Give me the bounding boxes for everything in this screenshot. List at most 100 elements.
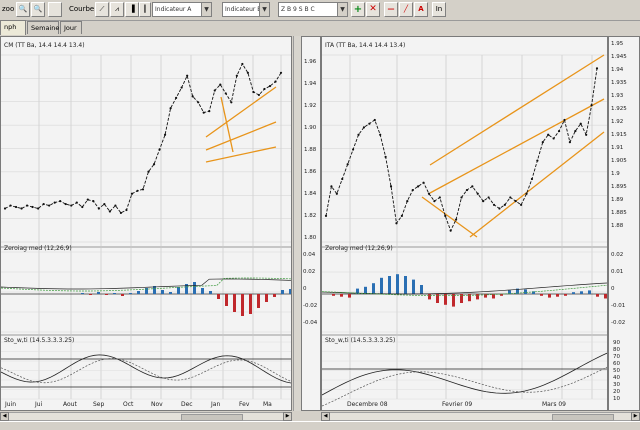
dropdown-arrow-icon[interactable]: ▼ (201, 3, 211, 16)
scroll-right-icon[interactable]: ▶ (283, 412, 292, 421)
y-axis-label: 80 (613, 347, 620, 353)
price-point (368, 122, 371, 125)
y-axis-label: 1.90 (304, 125, 317, 131)
price-point (520, 203, 523, 206)
price-point (595, 67, 599, 70)
macd-bar (332, 294, 335, 296)
scroll-right-icon[interactable]: ▶ (631, 412, 640, 421)
scroll-left-icon[interactable]: ◀ (321, 412, 330, 421)
fibo-icon[interactable]: A (414, 2, 428, 17)
macd-bar (249, 294, 252, 314)
price-point (163, 133, 167, 136)
right-chart-panel[interactable]: ITA (TT Ba, 14.4 14.4 13.4) Zerolag med … (321, 36, 608, 411)
y-axis-label: 1.94 (611, 67, 624, 73)
y-axis-label: 1.885 (611, 210, 627, 216)
macd-bar (281, 290, 284, 294)
price-point (357, 133, 360, 136)
blank-button[interactable] (48, 2, 62, 17)
price-point (422, 181, 425, 184)
price-point (373, 118, 376, 122)
scroll-left-icon[interactable]: ◀ (0, 412, 9, 421)
price-point (241, 62, 244, 66)
right-stoch-title: Sto_w,ti (14.5.3.3.3.25) (325, 337, 396, 344)
indicator-select-1-value: Indicateur A (155, 6, 192, 13)
right-horizontal-scrollbar[interactable]: ◀ ▶ (321, 412, 640, 421)
hline-icon[interactable]: — (384, 2, 398, 17)
macd-bar (121, 294, 124, 296)
price-point (379, 133, 382, 136)
price-point (460, 196, 463, 199)
scroll-thumb[interactable] (181, 414, 243, 421)
price-point (70, 204, 73, 207)
price-point (169, 107, 172, 110)
macd-bar (548, 294, 551, 298)
price-point (525, 192, 528, 195)
scroll-thumb[interactable] (552, 414, 614, 421)
left-price-axis: 1.96 1.94 1.92 1.90 1.88 1.86 1.84 1.82 1.80 0.04… (301, 36, 321, 411)
price-point (417, 185, 420, 188)
macd-bar (257, 294, 260, 308)
indicator-select-3[interactable]: Z B 9 S B C ▼ (278, 2, 348, 17)
macd-bar (412, 279, 415, 294)
left-stoch-title: Sto_w,ti (14.5.3.3.3.25) (4, 337, 75, 344)
y-axis-label: 90 (613, 340, 620, 346)
zoom-in-icon[interactable]: 🔍 (16, 2, 30, 17)
macd-bar (137, 291, 140, 294)
zoom-out-icon[interactable]: 🔍 (31, 2, 45, 17)
left-horizontal-scrollbar[interactable]: ◀ ▶ (0, 412, 292, 421)
price-line (325, 68, 598, 232)
stoch-k-line (322, 352, 607, 396)
right-macd-title: Zerolag med (12,26,9) (325, 245, 393, 252)
left-chart-title: CM (TT Ba, 14.4 14.4 13.4) (4, 42, 85, 49)
price-point (75, 201, 78, 204)
tab-month[interactable]: nph (0, 20, 26, 35)
macd-bar (97, 292, 100, 294)
y-axis-label: 1.905 (611, 158, 627, 164)
price-point (438, 196, 441, 199)
add-icon[interactable]: + (351, 2, 365, 17)
macd-bar (596, 294, 599, 297)
price-point (579, 122, 582, 125)
y-axis-label: 30 (613, 382, 620, 388)
bar-chart-icon[interactable]: ▐ (125, 2, 139, 17)
macd-bar (273, 294, 276, 297)
price-point (92, 200, 95, 203)
x-axis-label: Ma (263, 401, 272, 408)
price-point (476, 192, 479, 195)
right-chart-svg (322, 54, 607, 407)
indicator-select-2[interactable]: Indicateur B ▼ (222, 2, 270, 17)
y-axis-label: 20 (613, 389, 620, 395)
indicator-select-3-value: Z B 9 S B C (281, 6, 315, 13)
dropdown-arrow-icon[interactable]: ▼ (259, 3, 269, 16)
price-point (471, 185, 474, 188)
price-point (180, 86, 183, 89)
line-chart-alt-icon[interactable]: ⩘ (110, 2, 124, 17)
price-point (59, 200, 62, 203)
y-axis-label: 1.95 (611, 41, 624, 47)
macd-bar (201, 288, 204, 294)
y-axis-label: 1.96 (304, 59, 317, 65)
y-axis-label: 50 (613, 368, 620, 374)
line-chart-icon[interactable]: ⟋ (95, 2, 109, 17)
dropdown-arrow-icon[interactable]: ▼ (337, 3, 347, 16)
trend-channel-line (469, 131, 605, 238)
indicator-select-1[interactable]: Indicateur A ▼ (152, 2, 212, 17)
y-axis-label: -0.02 (303, 303, 318, 309)
macd-bar (428, 294, 431, 300)
in-button[interactable]: In (432, 2, 446, 17)
x-axis-label: Fevrier 09 (442, 401, 473, 408)
candle-icon[interactable]: ┃ (139, 2, 151, 17)
y-axis-label: 0 (303, 286, 307, 292)
delete-icon[interactable]: ✕ (366, 2, 380, 17)
price-point (152, 163, 156, 166)
tab-semaine[interactable]: Semaine (27, 21, 59, 34)
left-macd-title: Zeroiag med (12,26,9) (4, 245, 72, 252)
trendline-icon[interactable]: ╱ (399, 2, 413, 17)
price-point (125, 208, 128, 212)
price-point (346, 163, 349, 166)
price-point (352, 148, 355, 151)
y-axis-label: 0.04 (303, 252, 316, 258)
price-point (64, 202, 67, 206)
tab-jour[interactable]: Jour (60, 21, 82, 34)
left-chart-panel[interactable]: CM (TT Ba, 14.4 14.4 13.4) Zeroiag med (… (0, 36, 292, 411)
